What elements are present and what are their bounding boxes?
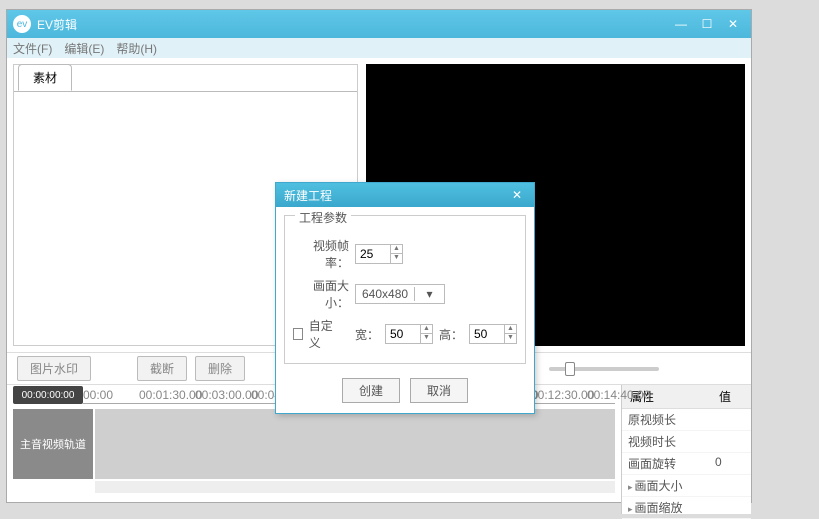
cut-button[interactable]: 截断 — [137, 356, 187, 381]
prop-key: 画面旋转 — [628, 455, 715, 472]
prop-value — [715, 411, 745, 428]
prop-value — [715, 433, 745, 450]
menu-edit[interactable]: 编辑(E) — [64, 40, 104, 57]
dialog-title: 新建工程 — [284, 187, 508, 204]
property-row[interactable]: 原视频长 — [622, 409, 751, 431]
fps-down-icon[interactable]: ▼ — [390, 254, 402, 263]
property-row[interactable]: 画面旋转0 — [622, 453, 751, 475]
project-params-fieldset: 工程参数 视频帧率： ▲▼ 画面大小： 640x480 ▾ 自定义 宽： ▲▼ … — [284, 215, 526, 364]
custom-label: 自定义 — [309, 317, 337, 351]
h-down-icon[interactable]: ▼ — [504, 334, 516, 343]
property-row[interactable]: 画面大小 — [622, 475, 751, 497]
delete-button[interactable]: 删除 — [195, 356, 245, 381]
property-row[interactable]: 视频时长 — [622, 431, 751, 453]
properties-panel: 属性 值 原视频长视频时长画面旋转0画面大小画面缩放 — [621, 385, 751, 514]
fps-up-icon[interactable]: ▲ — [390, 245, 402, 254]
time-tick: 00:14:40.00 — [587, 388, 650, 402]
zoom-slider[interactable] — [549, 367, 659, 371]
prop-col-value: 值 — [711, 385, 751, 408]
window-title: EV剪辑 — [37, 16, 667, 33]
app-logo-icon: ev — [13, 15, 31, 33]
time-tick: 00:01:30.00 — [139, 388, 202, 402]
width-input[interactable] — [386, 325, 420, 343]
w-up-icon[interactable]: ▲ — [420, 325, 432, 334]
maximize-button[interactable]: ☐ — [695, 14, 719, 34]
w-down-icon[interactable]: ▼ — [420, 334, 432, 343]
menu-help[interactable]: 帮助(H) — [116, 40, 157, 57]
cancel-button[interactable]: 取消 — [410, 378, 468, 403]
track-body[interactable] — [95, 409, 615, 479]
prop-key: 原视频长 — [628, 411, 715, 428]
fps-spinner[interactable]: ▲▼ — [355, 244, 403, 264]
dialog-title-bar: 新建工程 ✕ — [276, 183, 534, 207]
dropdown-icon[interactable]: ▾ — [414, 287, 444, 301]
menu-file[interactable]: 文件(F) — [13, 40, 52, 57]
track-header: 主音视频轨道 — [13, 409, 93, 479]
tab-material[interactable]: 素材 — [18, 64, 72, 91]
fieldset-legend: 工程参数 — [295, 209, 351, 226]
prop-key: 视频时长 — [628, 433, 715, 450]
h-up-icon[interactable]: ▲ — [504, 325, 516, 334]
watermark-button[interactable]: 图片水印 — [17, 356, 91, 381]
size-value: 640x480 — [356, 287, 414, 301]
size-select[interactable]: 640x480 ▾ — [355, 284, 445, 304]
time-tick: 00:03:00.00 — [195, 388, 258, 402]
minimize-button[interactable]: — — [669, 14, 693, 34]
time-tick: 00:12:30.00 — [531, 388, 594, 402]
fps-label: 视频帧率： — [293, 237, 349, 271]
time-tick: 00:00 — [83, 388, 113, 402]
size-label: 画面大小： — [293, 277, 349, 311]
dialog-buttons: 创建 取消 — [276, 372, 534, 413]
prop-value: 0 — [715, 455, 745, 472]
new-project-dialog: 新建工程 ✕ 工程参数 视频帧率： ▲▼ 画面大小： 640x480 ▾ 自定义… — [275, 182, 535, 414]
time-counter: 00:00:00:00 — [13, 386, 83, 404]
property-row[interactable]: 画面缩放 — [622, 497, 751, 519]
height-spinner[interactable]: ▲▼ — [469, 324, 517, 344]
create-button[interactable]: 创建 — [342, 378, 400, 403]
prop-key: 画面缩放 — [628, 499, 715, 516]
width-spinner[interactable]: ▲▼ — [385, 324, 433, 344]
close-button[interactable]: ✕ — [721, 14, 745, 34]
custom-checkbox[interactable] — [293, 328, 303, 340]
height-label: 高： — [439, 326, 463, 343]
menu-bar: 文件(F) 编辑(E) 帮助(H) — [7, 38, 751, 58]
width-label: 宽： — [355, 326, 379, 343]
title-bar: ev EV剪辑 — ☐ ✕ — [7, 10, 751, 38]
prop-value — [715, 499, 745, 516]
prop-key: 画面大小 — [628, 477, 715, 494]
prop-value — [715, 477, 745, 494]
fps-input[interactable] — [356, 245, 390, 263]
zoom-thumb[interactable] — [565, 362, 575, 376]
height-input[interactable] — [470, 325, 504, 343]
dialog-close-button[interactable]: ✕ — [508, 188, 526, 202]
timeline-scrollbar[interactable] — [95, 481, 615, 493]
